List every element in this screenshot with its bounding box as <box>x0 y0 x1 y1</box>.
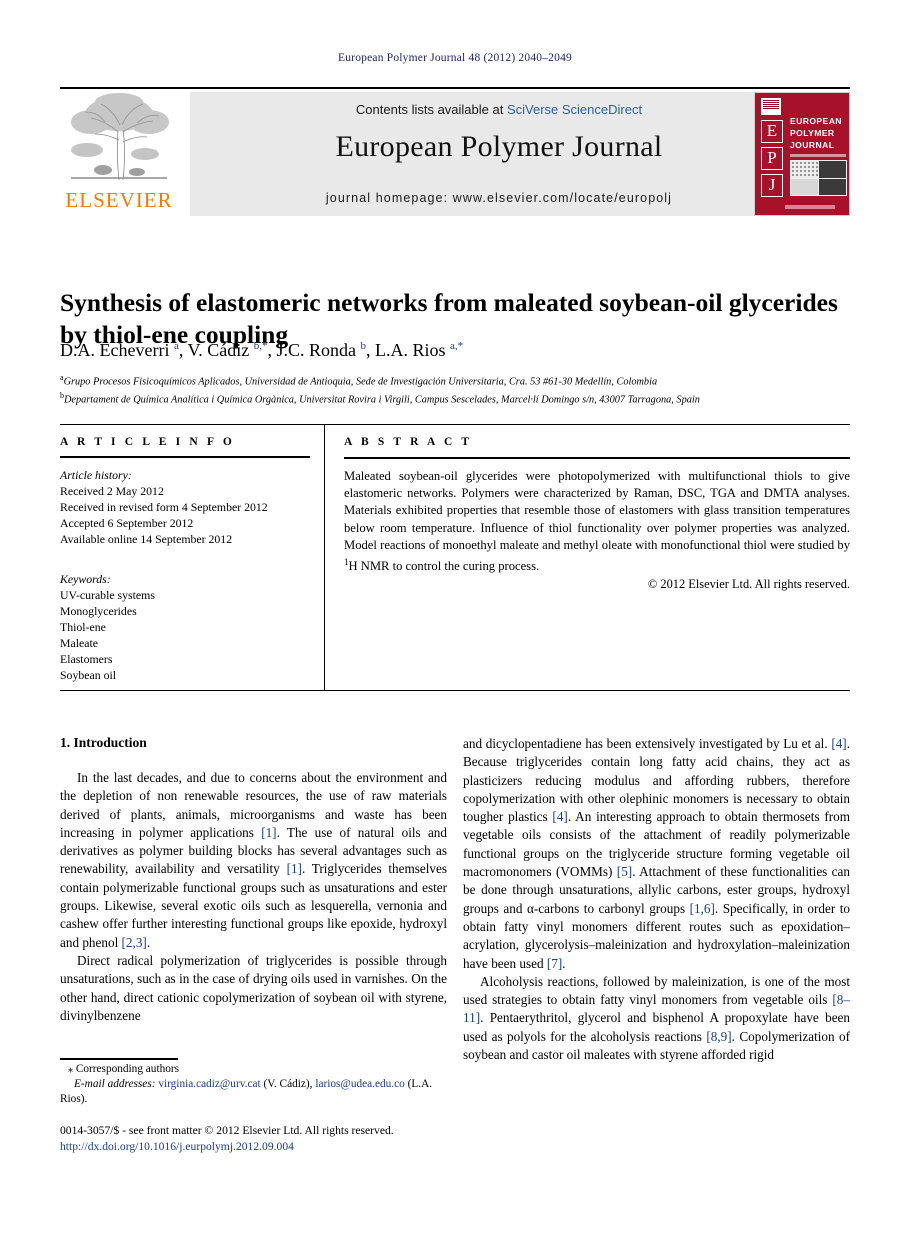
article-history-label: Article history: <box>60 468 132 482</box>
affiliation-a: aGrupo Procesos Fisicoquímicos Aplicados… <box>60 371 850 389</box>
cover-subtitle-bar <box>790 154 846 157</box>
keyword-item: Elastomers <box>60 652 113 666</box>
info-bottom-rule <box>60 690 850 691</box>
paragraph: In the last decades, and due to concerns… <box>60 770 447 950</box>
history-accepted: Accepted 6 September 2012 <box>60 516 194 530</box>
elsevier-logo: ELSEVIER <box>60 92 178 216</box>
journal-homepage-line[interactable]: journal homepage: www.elsevier.com/locat… <box>190 191 808 205</box>
abstract-column: A B S T R A C T Maleated soybean-oil gly… <box>344 436 850 592</box>
abstract-heading: A B S T R A C T <box>344 436 473 448</box>
journal-article-page: European Polymer Journal 48 (2012) 2040–… <box>0 0 907 1238</box>
issn-copyright-line: 0014-3057/$ - see front matter © 2012 El… <box>60 1124 394 1137</box>
keyword-item: Thiol-ene <box>60 620 106 634</box>
keyword-item: Soybean oil <box>60 668 117 682</box>
affiliation-a-text: Grupo Procesos Fisicoquímicos Aplicados,… <box>63 376 658 388</box>
abstract-copyright: © 2012 Elsevier Ltd. All rights reserved… <box>647 577 850 592</box>
footnote-rule <box>60 1058 178 1060</box>
keywords-block: Keywords: UV-curable systems Monoglyceri… <box>60 571 310 683</box>
cover-title-lines: EUROPEAN POLYMER JOURNAL <box>790 115 848 151</box>
cover-footer-bar <box>785 205 835 209</box>
corresponding-authors-note: ⁎ Corresponding authors <box>68 1063 180 1075</box>
abstract-rule <box>344 457 850 459</box>
affiliation-b-text: Departament de Química Analítica i Quími… <box>64 394 700 406</box>
info-abstract-divider <box>324 424 325 691</box>
journal-header-band: ELSEVIER Contents lists available at Sci… <box>60 92 850 216</box>
cover-figure-grid <box>790 160 847 196</box>
section-heading-introduction: 1. Introduction <box>60 735 147 750</box>
history-received: Received 2 May 2012 <box>60 484 164 498</box>
paragraph: Direct radical polymerization of triglyc… <box>60 952 447 1023</box>
affiliations: aGrupo Procesos Fisicoquímicos Aplicados… <box>60 371 850 408</box>
running-head: European Polymer Journal 48 (2012) 2040–… <box>338 52 572 64</box>
elsevier-tree-icon <box>65 92 173 184</box>
author-list: D.A. Echeverri a, V. Cádiz b,*, J.C. Ron… <box>60 340 464 360</box>
paragraph: Alcoholysis reactions, followed by malei… <box>463 973 850 1063</box>
cover-title-line-1: EUROPEAN <box>790 116 842 126</box>
contents-prefix: Contents lists available at <box>355 102 507 117</box>
history-revised: Received in revised form 4 September 201… <box>60 500 268 514</box>
history-available-online: Available online 14 September 2012 <box>60 532 233 546</box>
cover-letter-e: E <box>761 120 783 143</box>
keywords-label: Keywords: <box>60 572 111 586</box>
sciencedirect-link[interactable]: SciVerse ScienceDirect <box>507 102 642 117</box>
keyword-item: UV-curable systems <box>60 588 155 602</box>
cover-elsevier-mark-icon <box>761 98 781 115</box>
cover-title-line-2: POLYMER <box>790 128 835 138</box>
elsevier-wordmark: ELSEVIER <box>65 188 173 212</box>
doi-link[interactable]: http://dx.doi.org/10.1016/j.eurpolymj.20… <box>60 1139 480 1155</box>
keyword-item: Maleate <box>60 636 98 650</box>
body-column-left: 1. Introduction In the last decades, and… <box>60 735 447 1025</box>
info-top-rule <box>60 424 850 425</box>
article-info-rule <box>60 456 310 458</box>
contents-box: Contents lists available at SciVerse Sci… <box>190 92 808 216</box>
contents-available-line: Contents lists available at SciVerse Sci… <box>190 102 808 117</box>
cover-letter-p: P <box>761 147 783 170</box>
article-info-column: A R T I C L E I N F O Article history: R… <box>60 436 310 683</box>
body-column-right: and dicyclopentadiene has been extensive… <box>463 735 850 1064</box>
header-top-rule <box>60 87 850 89</box>
cover-title-line-3: JOURNAL <box>790 140 835 150</box>
journal-cover-thumbnail[interactable]: E P J EUROPEAN POLYMER JOURNAL <box>754 92 850 216</box>
article-info-heading: A R T I C L E I N F O <box>60 436 235 448</box>
cover-letter-j: J <box>761 174 783 197</box>
cover-epj-letters: E P J <box>761 120 783 201</box>
keyword-item: Monoglycerides <box>60 604 137 618</box>
footnote-block: ⁎ Corresponding authors E-mail addresses… <box>60 1062 447 1108</box>
affiliation-b: bDepartament de Química Analítica i Quím… <box>60 389 850 407</box>
imprint-block: 0014-3057/$ - see front matter © 2012 El… <box>60 1123 480 1154</box>
paragraph: and dicyclopentadiene has been extensive… <box>463 736 851 971</box>
journal-title: European Polymer Journal <box>335 130 663 163</box>
email-addresses-note: E-mail addresses: virginia.cadiz@urv.cat… <box>60 1078 433 1106</box>
abstract-text: Maleated soybean-oil glycerides were pho… <box>344 469 850 574</box>
